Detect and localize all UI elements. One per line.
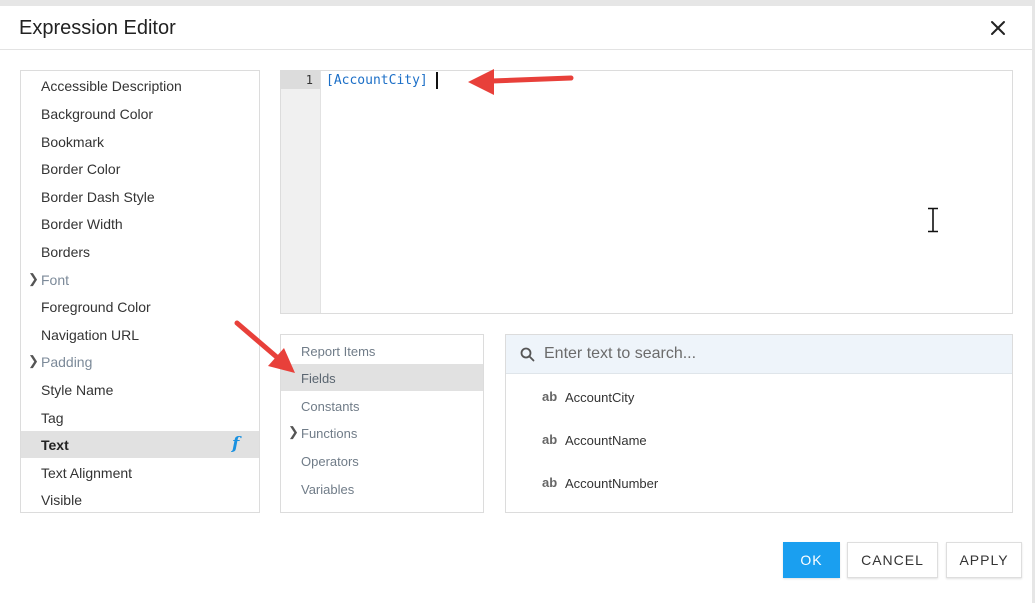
- category-label: Constants: [301, 399, 360, 414]
- field-name: AccountCity: [565, 390, 635, 405]
- property-text-alignment[interactable]: Text Alignment: [21, 459, 259, 486]
- property-border-width[interactable]: Border Width: [21, 210, 259, 237]
- text-caret: [436, 72, 438, 89]
- property-border-color[interactable]: Border Color: [21, 155, 259, 182]
- apply-button[interactable]: APPLY: [946, 542, 1022, 578]
- line-number-gutter: 1: [281, 71, 321, 313]
- property-padding[interactable]: ❯ Padding: [21, 348, 259, 375]
- chevron-right-icon[interactable]: ❯: [28, 271, 39, 287]
- property-style-name[interactable]: Style Name: [21, 376, 259, 403]
- expression-code-editor[interactable]: 1 [AccountCity]: [280, 70, 1013, 314]
- property-label: Style Name: [41, 382, 114, 398]
- categories-list: Report Items Fields Constants ❯ Function…: [280, 334, 484, 513]
- field-item-accountnumber[interactable]: ab AccountNumber: [506, 461, 1012, 504]
- category-operators[interactable]: Operators: [281, 447, 483, 474]
- property-label: Text: [41, 437, 69, 453]
- string-type-icon: ab: [542, 389, 558, 404]
- expression-function-icon: f: [232, 434, 240, 454]
- property-label: Padding: [41, 354, 93, 370]
- search-bar: [506, 335, 1012, 374]
- property-text[interactable]: Text f: [21, 431, 259, 458]
- category-label: Functions: [301, 426, 358, 441]
- property-label: Accessible Description: [41, 78, 182, 94]
- property-label: Tag: [41, 410, 64, 426]
- property-label: Border Color: [41, 161, 121, 177]
- property-navigation-url[interactable]: Navigation URL: [21, 321, 259, 348]
- active-line-highlight: [281, 71, 320, 89]
- property-label: Border Width: [41, 216, 123, 232]
- ok-button[interactable]: OK: [783, 542, 840, 578]
- category-label: Variables: [301, 482, 355, 497]
- property-label: Bookmark: [41, 134, 105, 150]
- field-item-accountname[interactable]: ab AccountName: [506, 418, 1012, 461]
- property-label: Font: [41, 272, 70, 288]
- property-bookmark[interactable]: Bookmark: [21, 128, 259, 155]
- expression-code-text[interactable]: [AccountCity]: [326, 73, 428, 88]
- property-label: Text Alignment: [41, 465, 133, 481]
- search-icon: [520, 347, 535, 367]
- property-tag[interactable]: Tag: [21, 404, 259, 431]
- field-name: AccountNumber: [565, 476, 659, 491]
- property-label: Borders: [41, 244, 91, 260]
- string-type-icon: ab: [542, 432, 558, 447]
- property-label: Border Dash Style: [41, 189, 155, 205]
- cancel-button[interactable]: CANCEL: [847, 542, 938, 578]
- property-border-dash-style[interactable]: Border Dash Style: [21, 183, 259, 210]
- category-fields[interactable]: Fields: [281, 364, 483, 391]
- category-variables[interactable]: Variables: [281, 475, 483, 502]
- i-beam-cursor-icon: [926, 206, 940, 238]
- category-label: Operators: [301, 454, 359, 469]
- property-accessible-description[interactable]: Accessible Description: [21, 72, 259, 99]
- property-visible[interactable]: Visible: [21, 486, 259, 513]
- chevron-right-icon[interactable]: ❯: [288, 424, 299, 440]
- field-name: AccountName: [565, 433, 647, 448]
- chevron-right-icon[interactable]: ❯: [28, 353, 39, 369]
- property-label: Visible: [41, 492, 82, 508]
- property-label: Background Color: [41, 106, 154, 122]
- close-icon[interactable]: [988, 18, 1008, 38]
- property-background-color[interactable]: Background Color: [21, 100, 259, 127]
- property-foreground-color[interactable]: Foreground Color: [21, 293, 259, 320]
- category-functions[interactable]: ❯ Functions: [281, 419, 483, 446]
- search-input[interactable]: [544, 341, 994, 367]
- category-constants[interactable]: Constants: [281, 392, 483, 419]
- property-label: Navigation URL: [41, 327, 140, 343]
- category-label: Fields: [301, 371, 336, 386]
- line-number: 1: [305, 73, 313, 87]
- properties-list: Accessible Description Background Color …: [20, 70, 260, 513]
- category-label: Report Items: [301, 344, 376, 359]
- property-font[interactable]: ❯ Font: [21, 266, 259, 293]
- field-item-accountcity[interactable]: ab AccountCity: [506, 375, 1012, 418]
- property-label: Foreground Color: [41, 299, 151, 315]
- category-report-items[interactable]: Report Items: [281, 337, 483, 364]
- dialog-title: Expression Editor: [19, 17, 176, 39]
- dialog-header: Expression Editor: [0, 6, 1032, 50]
- string-type-icon: ab: [542, 475, 558, 490]
- fields-panel: ab AccountCity ab AccountName ab Account…: [505, 334, 1013, 513]
- property-borders[interactable]: Borders: [21, 238, 259, 265]
